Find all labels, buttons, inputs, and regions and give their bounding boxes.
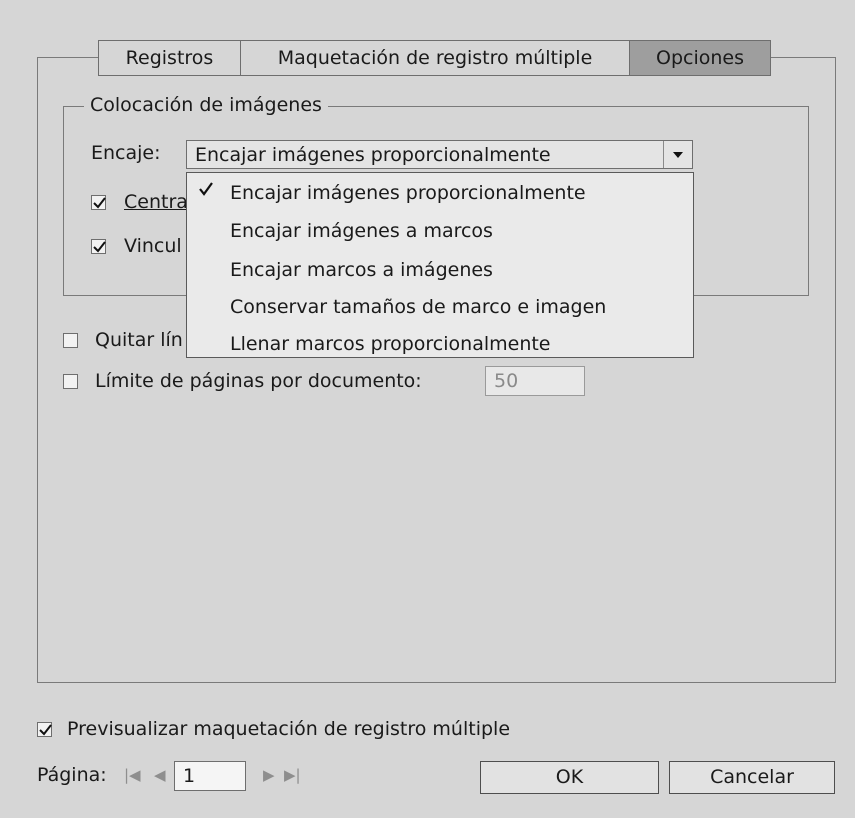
fit-option-conservar-tamanos[interactable]: Conservar tamaños de marco e imagen — [230, 291, 606, 323]
cancel-button[interactable]: Cancelar — [669, 761, 835, 794]
dropdown-arrow-icon[interactable] — [663, 141, 692, 168]
preview-checkbox[interactable] — [37, 722, 52, 737]
tab-opciones[interactable]: Opciones — [630, 41, 770, 75]
remove-lines-checkbox[interactable] — [63, 333, 78, 348]
first-page-icon[interactable]: |◀ — [124, 766, 141, 784]
next-page-icon[interactable]: ▶ — [263, 766, 275, 784]
image-placement-legend: Colocación de imágenes — [84, 94, 328, 116]
page-limit-input[interactable]: 50 — [485, 366, 585, 396]
tab-maquetacion-registro-multiple[interactable]: Maquetación de registro múltiple — [241, 41, 630, 75]
ok-button[interactable]: OK — [480, 761, 659, 794]
fit-label: Encaje: — [91, 142, 161, 164]
checkmark-icon — [93, 197, 106, 209]
link-checkbox[interactable] — [91, 239, 106, 254]
preview-label: Previsualizar maquetación de registro mú… — [67, 718, 511, 740]
tab-bar: Registros Maquetación de registro múltip… — [98, 40, 771, 76]
fit-select-value: Encajar imágenes proporcionalmente — [195, 144, 551, 166]
checkmark-icon — [39, 724, 52, 736]
center-checkbox-label: Centra — [124, 191, 188, 213]
panel-top-left-border — [37, 57, 98, 58]
page-limit-label: Límite de páginas por documento: — [95, 370, 422, 392]
page-label: Página: — [37, 764, 107, 786]
page-limit-checkbox[interactable] — [63, 374, 78, 389]
fit-select[interactable]: Encajar imágenes proporcionalmente — [186, 140, 693, 169]
panel-top-right-border — [771, 57, 835, 58]
remove-lines-label: Quitar lín — [95, 329, 183, 351]
fit-option-marcos-a-imagenes[interactable]: Encajar marcos a imágenes — [230, 254, 493, 286]
tab-registros[interactable]: Registros — [99, 41, 241, 75]
fit-option-proporcional[interactable]: Encajar imágenes proporcionalmente — [230, 177, 586, 209]
page-number-input[interactable]: 1 — [174, 761, 246, 791]
checkmark-icon — [93, 241, 106, 253]
fit-dropdown-list: Encajar imágenes proporcionalmente Encaj… — [186, 172, 694, 358]
fit-option-imagenes-a-marcos[interactable]: Encajar imágenes a marcos — [230, 215, 493, 247]
center-checkbox[interactable] — [91, 195, 106, 210]
fit-option-llenar-marcos[interactable]: Llenar marcos proporcionalmente — [230, 328, 551, 360]
link-checkbox-label: Vincul — [124, 235, 182, 257]
selected-check-icon — [199, 179, 213, 201]
last-page-icon[interactable]: ▶| — [284, 766, 301, 784]
prev-page-icon[interactable]: ◀ — [154, 766, 166, 784]
